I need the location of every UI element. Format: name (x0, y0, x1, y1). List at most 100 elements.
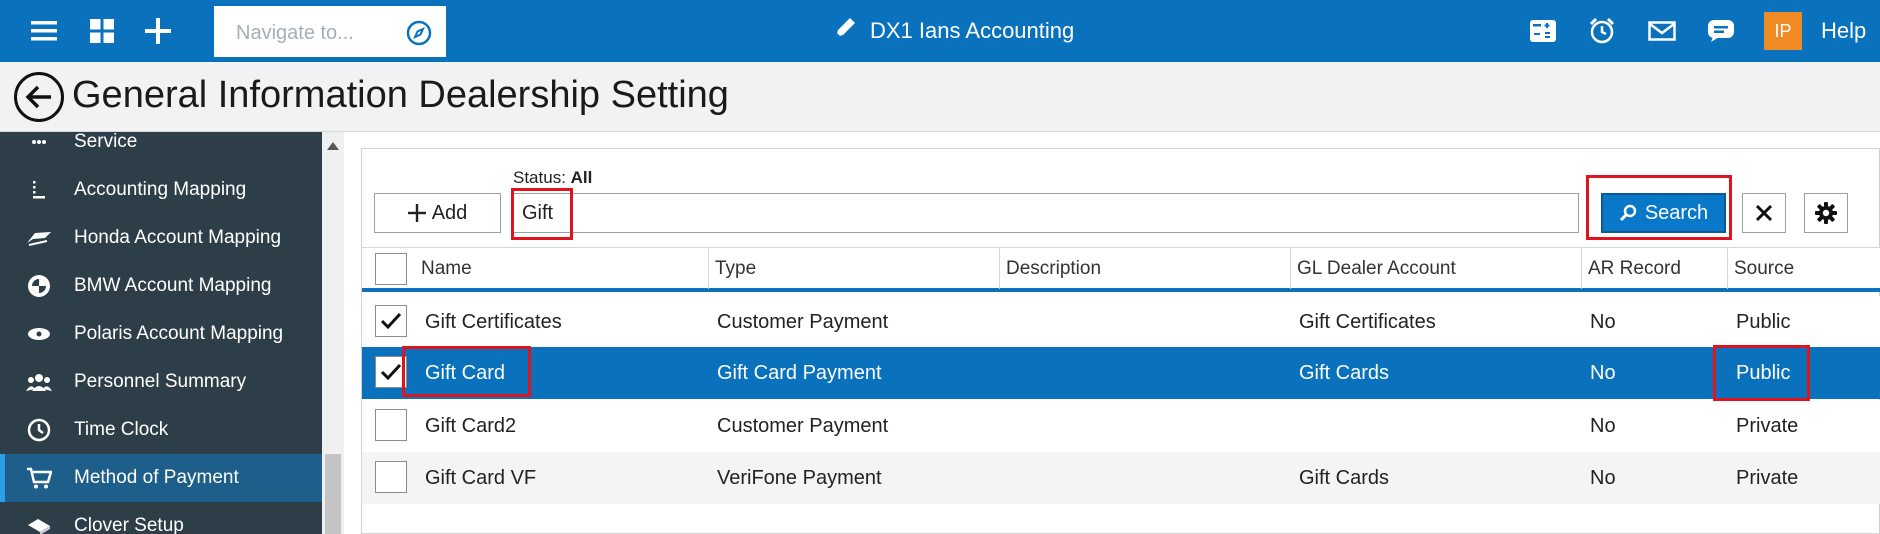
sidebar-item-label: Time Clock (74, 419, 169, 440)
sidebar-item-time-clock[interactable]: Time Clock (0, 406, 322, 454)
add-button-label: Add (431, 201, 468, 224)
sidebar-item-personnel-summary[interactable]: Personnel Summary (0, 358, 322, 406)
sidebar-item-polaris-account-mapping[interactable]: Polaris Account Mapping (0, 310, 322, 358)
top-bar: DX1 Ians Accounting IP Help (0, 0, 1880, 62)
pencil-icon[interactable] (832, 15, 858, 47)
status-filter[interactable]: Status: All (513, 168, 592, 188)
sidebar-item-label: BMW Account Mapping (74, 275, 272, 296)
cell-name: Gift Card (425, 361, 506, 384)
status-value: All (570, 168, 593, 187)
cell-ar-record: No (1590, 361, 1616, 384)
sidebar-item-accounting-mapping[interactable]: Accounting Mapping (0, 166, 322, 214)
cell-gl-dealer-account: Gift Certificates (1299, 310, 1436, 333)
cell-ar-record: No (1590, 414, 1616, 437)
navigate-input[interactable] (236, 20, 396, 46)
compass-icon[interactable] (406, 20, 432, 51)
column-header-name[interactable]: Name (415, 248, 655, 289)
sidebar-scrollbar[interactable] (322, 132, 344, 534)
sidebar-item-label: Service (74, 132, 138, 152)
column-header-source[interactable]: Source (1727, 248, 1880, 289)
table-row[interactable]: Gift Card VF VeriFone Payment Gift Cards No… (362, 452, 1880, 504)
clock-icon (24, 415, 54, 445)
cell-name: Gift Card VF (425, 466, 537, 489)
alarm-clock-icon[interactable] (1585, 14, 1619, 48)
cell-gl-dealer-account: Gift Cards (1299, 466, 1390, 489)
column-header-gl-dealer-account[interactable]: GL Dealer Account (1290, 248, 1580, 289)
sidebar-item-bmw-account-mapping[interactable]: BMW Account Mapping (0, 262, 322, 310)
cell-source: Public (1736, 310, 1791, 333)
cell-type: VeriFone Payment (717, 466, 882, 489)
close-icon (1755, 204, 1773, 222)
honda-logo-icon (24, 223, 54, 253)
sidebar-item-service[interactable]: Service (0, 132, 322, 166)
table-row[interactable]: Gift Card Gift Card Payment Gift Cards No Pu… (362, 347, 1880, 399)
cell-source: Private (1736, 466, 1799, 489)
cell-type: Customer Payment (717, 414, 889, 437)
column-header-type[interactable]: Type (708, 248, 998, 289)
sidebar-item-label: Clover Setup (74, 515, 184, 534)
sidebar-item-label: Personnel Summary (74, 371, 247, 392)
row-checkbox[interactable] (375, 305, 407, 337)
row-checkbox[interactable] (375, 409, 407, 441)
select-all-checkbox[interactable] (375, 253, 407, 285)
sidebar-item-label: Polaris Account Mapping (74, 323, 284, 344)
checkmark-icon (380, 363, 402, 381)
settings-button[interactable] (1804, 193, 1848, 233)
plus-icon[interactable] (141, 14, 175, 48)
plus-icon (407, 204, 426, 222)
table-row[interactable]: Gift Certificates Customer Payment Gift Ce… (362, 296, 1880, 348)
sidebar-item-honda-account-mapping[interactable]: Honda Account Mapping (0, 214, 322, 262)
grid-header: Name Type Description GL Dealer Account … (362, 247, 1880, 292)
clover-icon (24, 511, 54, 534)
chat-icon[interactable] (1704, 14, 1738, 48)
page-title: General Information Dealership Setting (72, 74, 729, 116)
help-link[interactable]: Help (1821, 18, 1866, 44)
cell-type: Customer Payment (717, 310, 889, 333)
column-header-ar-record[interactable]: AR Record (1581, 248, 1727, 289)
checkmark-icon (380, 312, 402, 330)
row-checkbox[interactable] (375, 356, 407, 388)
app-title-area: DX1 Ians Accounting (832, 16, 1074, 46)
column-header-description[interactable]: Description (999, 248, 1289, 289)
gear-icon (1815, 202, 1837, 224)
cart-icon (24, 463, 54, 493)
cell-source: Public (1736, 361, 1791, 384)
sidebar-item-label: Accounting Mapping (74, 179, 247, 200)
sidebar-item-label: Honda Account Mapping (74, 227, 282, 248)
cell-ar-record: No (1590, 310, 1616, 333)
search-button[interactable]: Search (1601, 193, 1726, 233)
sidebar-item-clover-setup[interactable]: Clover Setup (0, 502, 322, 534)
dashboard-icon[interactable] (85, 14, 119, 48)
dots-icon (24, 132, 54, 157)
add-button[interactable]: Add (374, 193, 501, 233)
navigate-box[interactable] (212, 4, 448, 59)
cell-name: Gift Card2 (425, 414, 517, 437)
scrollbar-thumb[interactable] (325, 454, 341, 534)
calculator-icon[interactable] (1526, 14, 1560, 48)
polaris-logo-icon (24, 319, 54, 349)
search-button-label: Search (1644, 201, 1709, 224)
clear-button[interactable] (1742, 193, 1786, 233)
cell-source: Private (1736, 414, 1799, 437)
table-row[interactable]: Gift Card2 Customer Payment No Private (362, 400, 1880, 452)
people-icon (24, 367, 54, 397)
page-header: General Information Dealership Setting (0, 62, 1880, 132)
cell-gl-dealer-account: Gift Cards (1299, 361, 1390, 384)
mail-icon[interactable] (1645, 14, 1679, 48)
mapping-icon (24, 175, 54, 205)
menu-icon[interactable] (27, 14, 61, 48)
sidebar-item-label: Method of Payment (74, 467, 239, 488)
app-title: DX1 Ians Accounting (870, 18, 1075, 43)
scroll-up-arrow-icon[interactable] (327, 142, 339, 150)
sidebar-item-method-of-payment[interactable]: Method of Payment (0, 454, 322, 502)
back-button[interactable] (14, 72, 64, 122)
cell-type: Gift Card Payment (717, 361, 882, 384)
avatar[interactable]: IP (1764, 12, 1802, 50)
sidebar: Service Accounting Mapping Honda Account… (0, 132, 322, 534)
cell-name: Gift Certificates (425, 310, 562, 333)
row-checkbox[interactable] (375, 461, 407, 493)
status-label: Status: (513, 168, 566, 187)
arrow-left-icon (25, 85, 51, 109)
search-input[interactable] (513, 193, 1579, 233)
bmw-logo-icon (24, 271, 54, 301)
